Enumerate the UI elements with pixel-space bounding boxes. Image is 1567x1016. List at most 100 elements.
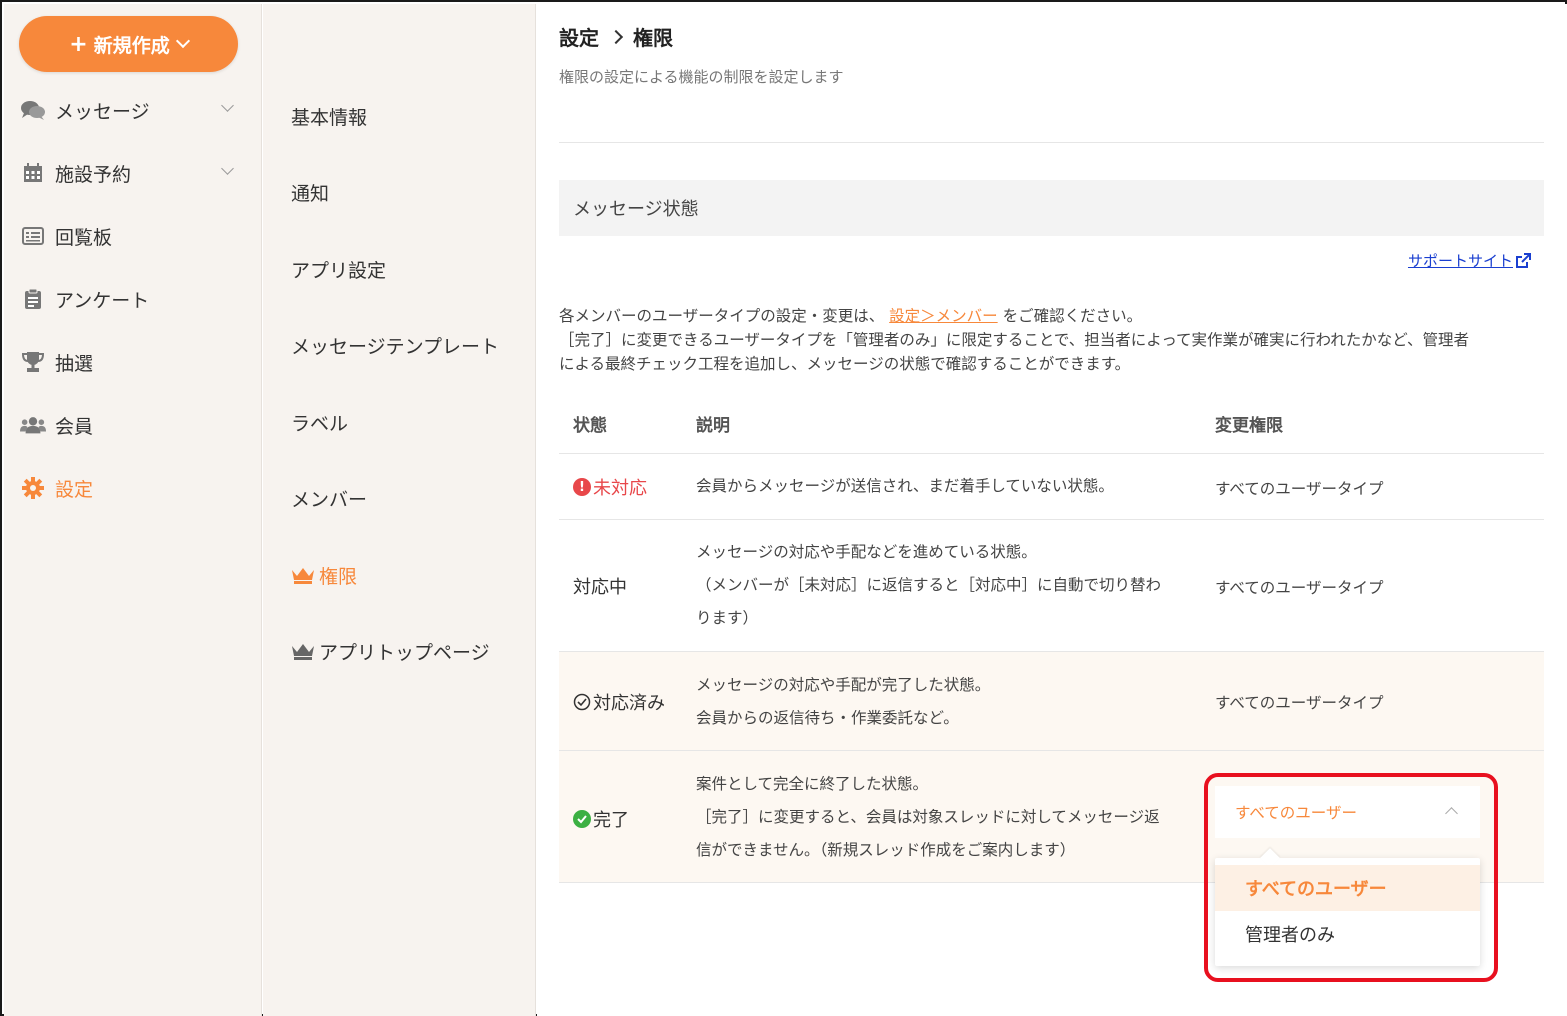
description-line: 案件として完全に終了した状態。 [696,775,929,793]
chevron-down-icon[interactable] [221,162,234,175]
status-cell: ! 未対応 [573,474,647,500]
breadcrumb-current: 権限 [633,26,673,50]
description-line: ります） [696,609,759,627]
option-all-users[interactable]: すべてのユーザー [1215,865,1480,911]
sidebar-item-lottery[interactable]: 抽選 [4,342,262,382]
chevron-up-icon [1445,807,1458,820]
description-line: （メンバーが［未対応］に返信すると［対応中］に自動で切り替わ [696,576,1162,594]
table-row: 対応済み メッセージの対応や手配が完了した状態。 会員からの返信待ち・作業委託な… [559,652,1544,751]
status-cell: 対応中 [573,573,627,599]
sidebar-item-label: 施設予約 [55,163,132,186]
desc-line2: ［完了］に変更できるユーザータイプを「管理者のみ」に限定することで、担当者によっ… [559,331,1470,349]
page-subtitle: 権限の設定による機能の制限を設定します [559,68,844,86]
clipboard-icon [20,286,46,312]
sidebar-item-label: 抽選 [55,352,94,375]
status-label: 対応中 [573,577,627,598]
section-title: メッセージ状態 [559,180,1544,236]
subnav-item-label: メッセージテンプレート [291,335,500,358]
sidebar-item-circular[interactable]: 回覧板 [4,216,262,256]
subnav-item-label: アプリ設定 [291,259,387,282]
description-line: メッセージの対応や手配などを進めている状態。 [696,543,1037,561]
support-site-link[interactable]: サポートサイト [1408,250,1531,271]
description-line: メッセージの対応や手配が完了した状態。 [696,676,991,694]
sidebar-item-survey[interactable]: アンケート [4,279,262,319]
subnav-item-permission[interactable]: 権限 [291,560,357,590]
subnav-item-message-template[interactable]: メッセージテンプレート [291,330,499,360]
subnav-item-label: メンバー [291,488,368,511]
subnav-item-label: 基本情報 [291,106,368,129]
permission-select[interactable]: すべてのユーザー [1215,786,1480,838]
description-line: ［完了］に変更すると、会員は対象スレッドに対してメッセージ返 [696,808,1160,826]
app-frame: + 新規作成 メッセージ 施設予約 回覧板 アンケート 抽選 会員 設定 基本情… [0,0,1567,1016]
subnav-item-app-settings[interactable]: アプリ設定 [291,254,386,284]
sidebar-item-messages[interactable]: メッセージ [4,90,262,130]
table-row: ! 未対応 会員からメッセージが送信され、まだ着手していない状態。 すべてのユー… [559,454,1544,520]
new-create-button[interactable]: + 新規作成 [19,16,238,72]
sidebar-item-label: アンケート [55,289,150,312]
sidebar-item-label: 会員 [55,415,94,438]
description-line: 会員からの返信待ち・作業委託など。 [696,709,959,727]
chat-icon [20,97,46,123]
description-cell: 会員からメッセージが送信され、まだ着手していない状態。 [696,470,1196,503]
crown-icon [291,566,315,584]
subnav-item-label: 権限 [319,565,358,588]
desc-line1-pre: 各メンバーのユーザータイプの設定・変更は、 [559,307,885,325]
permission-select-value: すべてのユーザー [1235,804,1357,822]
permission-cell: すべてのユーザータイプ [1215,579,1384,597]
sidebar-item-members[interactable]: 会員 [4,405,262,445]
chevron-down-icon [175,33,190,49]
new-create-label: 新規作成 [93,34,170,57]
divider [559,142,1544,143]
subnav-item-basic-info[interactable]: 基本情報 [291,101,367,131]
permission-cell: すべてのユーザータイプ [1215,694,1384,712]
sidebar-item-reservation[interactable]: 施設予約 [4,153,262,193]
member-settings-link[interactable]: 設定＞メンバー [889,307,998,325]
settings-subnav: 基本情報 通知 アプリ設定 メッセージテンプレート ラベル メンバー 権限 アプ… [263,4,536,1016]
description-line: 信ができません。（新規スレッド作成をご案内します） [696,841,1076,859]
sidebar-item-label: 回覧板 [55,226,113,249]
subnav-item-label: アプリトップページ [319,641,490,664]
subnav-item-member[interactable]: メンバー [291,483,367,513]
desc-line1-post: をご確認ください。 [1002,307,1143,325]
subnav-item-label: 通知 [291,182,330,205]
section-description: 各メンバーのユーザータイプの設定・変更は、 設定＞メンバー をご確認ください。 … [559,304,1544,376]
section-title-label: メッセージ状態 [573,199,699,220]
permission-cell: すべてのユーザータイプ [1215,480,1384,498]
status-cell: 完了 [573,806,629,832]
check-icon [573,810,591,828]
chevron-down-icon[interactable] [221,99,234,112]
sidebar-item-label: 設定 [55,478,94,501]
sidebar-item-label: メッセージ [55,100,150,123]
plus-icon: + [69,31,88,57]
header-status: 状態 [573,416,607,436]
board-icon [20,223,46,249]
table-header: 状態 説明 変更権限 [559,392,1544,454]
calendar-icon [20,160,46,186]
status-label: 対応済み [593,693,665,714]
subnav-item-label: ラベル [291,412,349,435]
description-cell: メッセージの対応や手配などを進めている状態。 （メンバーが［未対応］に返信すると… [696,536,1196,635]
header-permission: 変更権限 [1215,416,1283,436]
check-circle-icon [573,693,591,711]
subnav-item-label-settings[interactable]: ラベル [291,407,348,437]
option-admin-only[interactable]: 管理者のみ [1215,911,1480,957]
breadcrumb-parent[interactable]: 設定 [559,22,599,51]
status-label: 未対応 [593,478,647,499]
gear-icon [20,475,46,501]
sidebar-item-settings[interactable]: 設定 [4,468,262,508]
description-cell: 案件として完全に終了した状態。 ［完了］に変更すると、会員は対象スレッドに対して… [696,768,1196,867]
subnav-item-notification[interactable]: 通知 [291,177,329,207]
breadcrumb: 設定 権限 [559,22,673,51]
status-cell: 対応済み [573,689,665,715]
description-cell: メッセージの対応や手配が完了した状態。 会員からの返信待ち・作業委託など。 [696,669,1196,735]
permission-dropdown-menu: すべてのユーザー 管理者のみ [1215,848,1480,966]
support-link-label: サポートサイト [1407,252,1513,270]
trophy-icon [20,349,46,375]
header-description: 説明 [696,416,730,436]
alert-icon: ! [573,478,591,496]
sidebar: + 新規作成 メッセージ 施設予約 回覧板 アンケート 抽選 会員 設定 [4,4,262,1016]
users-icon [20,412,46,438]
status-label: 完了 [593,810,629,831]
subnav-item-app-top-page[interactable]: アプリトップページ [291,636,490,666]
external-link-icon [1515,252,1531,269]
